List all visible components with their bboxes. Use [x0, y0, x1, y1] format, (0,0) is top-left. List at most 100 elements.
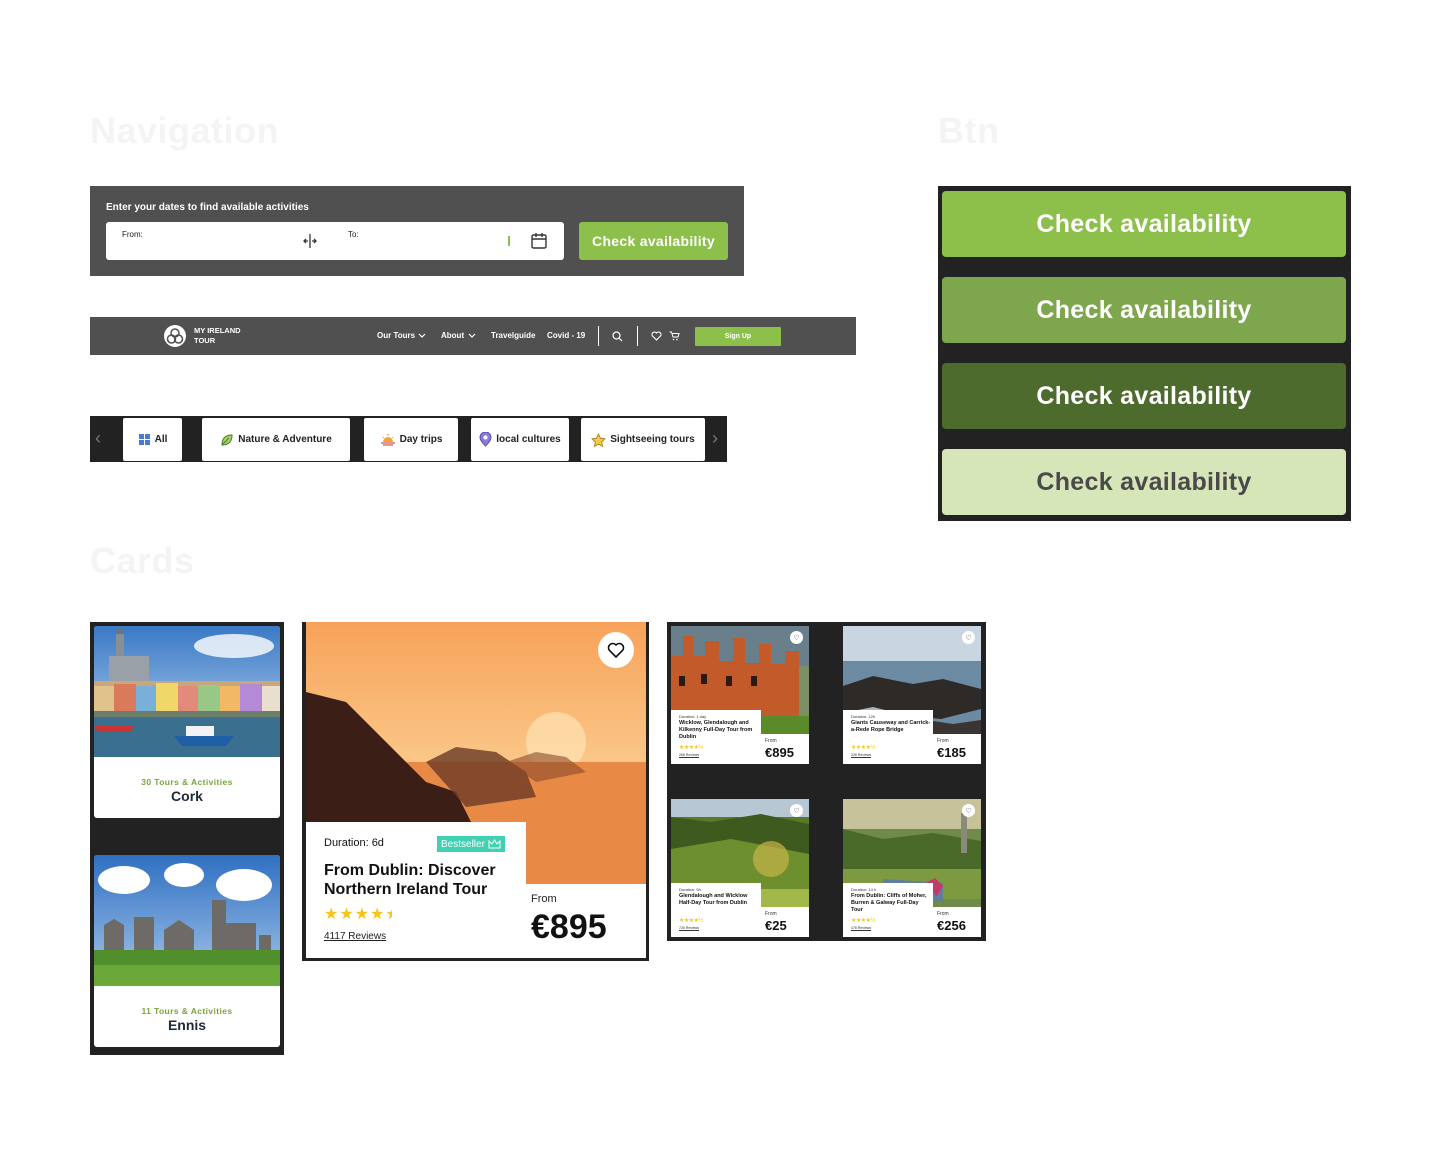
category-chip-all[interactable]: All	[123, 418, 182, 461]
favorite-heart-button[interactable]	[598, 632, 634, 668]
price-box: From €895	[526, 884, 646, 958]
check-availability-button[interactable]: Check availability	[579, 222, 728, 260]
map-pin-icon	[479, 432, 492, 447]
text-cursor	[508, 236, 510, 246]
bestseller-badge: Bestseller	[437, 836, 505, 852]
heart-icon[interactable]: ♡	[790, 631, 803, 644]
tour-title-line: From Dublin: Discover	[324, 862, 496, 879]
rating-stars: ★★★★★	[324, 904, 392, 924]
rating-stars: ★★★★½	[851, 918, 876, 924]
reviews-link[interactable]: 4117 Reviews	[324, 931, 386, 942]
badge-label: Bestseller	[441, 838, 485, 850]
category-chip-local-cultures[interactable]: local cultures	[471, 418, 569, 461]
nav-item-about[interactable]: About	[441, 331, 464, 340]
mini-info-box: Duration: 5h Glendalough and Wicklow Hal…	[671, 883, 761, 937]
tour-title: From Dublin: Discover Northern Ireland T…	[324, 861, 496, 899]
tour-title: From Dublin: Cliffs of Moher, Burren & G…	[851, 893, 927, 913]
tour-card-small[interactable]: ♡ Duration: 12h Giants Causeway and Carr…	[843, 626, 981, 764]
tour-duration: Duration: 5h	[679, 887, 701, 892]
city-tour-count: 30 Tours & Activities	[141, 777, 233, 787]
tour-duration: Duration: 14 h	[851, 887, 877, 892]
date-search-bar: Enter your dates to find available activ…	[90, 186, 744, 276]
reviews-link[interactable]: 478 Reviews	[851, 926, 871, 930]
brand-line-2: TOUR	[194, 336, 216, 345]
check-availability-button-disabled[interactable]: Check availability	[942, 449, 1346, 515]
category-label: Sightseeing tours	[610, 434, 695, 445]
ennis-abbey-image	[94, 855, 280, 986]
price-value: €256	[937, 918, 966, 933]
to-label: To:	[348, 230, 359, 239]
leaf-icon	[221, 433, 233, 446]
mini-info-box: Duration: 14 h From Dublin: Cliffs of Mo…	[843, 883, 933, 937]
check-availability-button-default[interactable]: Check availability	[942, 191, 1346, 257]
tour-duration: Duration: 12h	[851, 714, 876, 719]
city-card-ennis[interactable]: 11 Tours & Activities Ennis	[94, 855, 280, 1047]
price-value: €185	[937, 745, 966, 760]
brand-logo-icon[interactable]	[164, 325, 186, 347]
reviews-link[interactable]: 268 Reviews	[679, 753, 699, 757]
swap-arrows-icon[interactable]	[302, 233, 318, 249]
tour-card-small[interactable]: ♡ Duration: 5h Glendalough and Wicklow H…	[671, 799, 809, 937]
crown-icon	[488, 839, 501, 849]
chevron-left-icon[interactable]: ‹	[95, 428, 101, 449]
price-from-label: From	[937, 738, 949, 744]
chevron-down-icon	[468, 333, 476, 338]
cork-harbour-image	[94, 626, 280, 757]
rating-stars: ★★★★½	[851, 745, 876, 751]
section-title-cards: Cards	[90, 540, 195, 581]
heart-icon[interactable]: ♡	[962, 631, 975, 644]
heart-icon[interactable]: ♡	[962, 804, 975, 817]
from-label: From:	[122, 230, 143, 239]
category-filter-bar: ‹ All Nature & Adventure Day trips local…	[90, 416, 727, 462]
tour-card-large[interactable]: Duration: 6d Bestseller From Dublin: Dis…	[302, 622, 649, 961]
brand-name[interactable]: MY IRELAND TOUR	[194, 326, 241, 346]
category-chip-sightseeing[interactable]: Sightseeing tours	[581, 418, 705, 461]
tour-title-line: Northern Ireland Tour	[324, 881, 488, 898]
chevron-right-icon[interactable]: ›	[712, 428, 718, 449]
heart-icon[interactable]: ♡	[790, 804, 803, 817]
nav-item-covid[interactable]: Covid - 19	[547, 331, 585, 340]
sunrise-icon	[380, 434, 395, 446]
date-range-field[interactable]: From: To:	[106, 222, 564, 260]
tour-cards-grid: ♡ Duration: 1 day Wicklow, Glendalough a…	[667, 622, 986, 941]
calendar-icon[interactable]	[530, 232, 548, 250]
category-label: Day trips	[399, 434, 443, 445]
price-from-label: From	[765, 911, 777, 917]
tour-card-small[interactable]: ♡ Duration: 14 h From Dublin: Cliffs of …	[843, 799, 981, 937]
sign-up-button[interactable]: Sign Up	[695, 327, 781, 346]
search-icon[interactable]	[612, 331, 623, 342]
reviews-link[interactable]: 328 Reviews	[851, 753, 871, 757]
price-value: €895	[765, 745, 794, 760]
brand-line-1: MY IRELAND	[194, 326, 241, 335]
category-chip-daytrips[interactable]: Day trips	[364, 418, 458, 461]
price-value: €895	[531, 908, 607, 946]
city-name: Ennis	[167, 1017, 207, 1033]
grid-icon	[138, 434, 150, 445]
nav-item-our-tours[interactable]: Our Tours	[377, 331, 415, 340]
reviews-link[interactable]: 726 Reviews	[679, 926, 699, 930]
tour-card-small[interactable]: ♡ Duration: 1 day Wicklow, Glendalough a…	[671, 626, 809, 764]
tour-info-box: Duration: 6d Bestseller From Dublin: Dis…	[306, 822, 526, 958]
star-icon	[591, 432, 607, 447]
nav-item-travelguide[interactable]: Travelguide	[491, 331, 535, 340]
category-chip-nature[interactable]: Nature & Adventure	[202, 418, 350, 461]
date-prompt: Enter your dates to find available activ…	[106, 202, 309, 213]
city-card-cork[interactable]: 30 Tours & Activities Cork	[94, 626, 280, 818]
tour-duration: Duration: 1 day	[679, 714, 707, 719]
price-from-label: From	[937, 911, 949, 917]
cart-icon[interactable]	[669, 331, 680, 341]
price-from-label: From	[765, 738, 777, 744]
half-star-icon: ★	[385, 904, 392, 924]
price-value: €25	[765, 918, 787, 933]
tour-title: Wicklow, Glendalough and Kilkenny Full-D…	[679, 720, 753, 740]
price-box: From €256	[933, 907, 981, 937]
city-name: Cork	[171, 788, 203, 804]
price-box: From €185	[933, 734, 981, 764]
button-states-panel: Check availability Check availability Ch…	[938, 186, 1351, 521]
check-availability-button-hover[interactable]: Check availability	[942, 277, 1346, 343]
check-availability-button-pressed[interactable]: Check availability	[942, 363, 1346, 429]
heart-icon	[607, 642, 625, 658]
category-label: local cultures	[496, 434, 561, 445]
heart-icon[interactable]	[651, 331, 662, 341]
city-tour-count: 11 Tours & Activities	[141, 1006, 233, 1016]
